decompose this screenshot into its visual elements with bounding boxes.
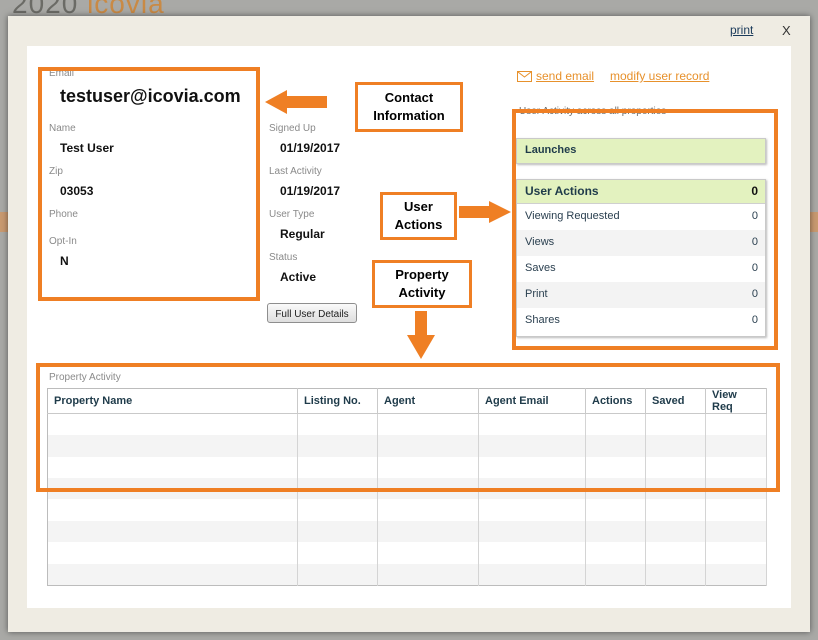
table-row	[47, 542, 767, 564]
status-label: Status	[269, 252, 298, 263]
table-row	[47, 520, 767, 543]
user-actions-callout: User Actions	[380, 192, 457, 240]
table-row	[47, 499, 767, 521]
mail-icon[interactable]	[517, 71, 532, 82]
activity-highlight-box	[512, 109, 778, 350]
arrow-down-icon	[407, 311, 435, 359]
table-row	[47, 563, 767, 586]
user-type-value: Regular	[280, 227, 325, 241]
property-activity-callout: Property Activity	[372, 260, 472, 308]
arrow-right-icon	[459, 201, 511, 223]
full-user-details-button[interactable]: Full User Details	[267, 303, 357, 323]
user-details-modal: print X Email testuser@icovia.com Name T…	[8, 16, 810, 632]
property-highlight-box	[36, 363, 780, 492]
arrow-left-icon	[265, 90, 327, 114]
close-button[interactable]: X	[782, 23, 791, 38]
contact-information-callout: Contact Information	[355, 82, 463, 132]
last-activity-value: 01/19/2017	[280, 184, 341, 198]
contact-highlight-box	[38, 67, 260, 301]
send-email-link[interactable]: send email	[536, 69, 594, 83]
print-link[interactable]: print	[730, 23, 753, 37]
status-value: Active	[280, 270, 317, 284]
modify-user-record-link[interactable]: modify user record	[610, 69, 709, 83]
signed-up-label: Signed Up	[269, 123, 316, 134]
user-type-label: User Type	[269, 209, 315, 220]
last-activity-label: Last Activity	[269, 166, 322, 177]
modal-content-panel: Email testuser@icovia.com Name Test User…	[27, 46, 791, 608]
signed-up-value: 01/19/2017	[280, 141, 341, 155]
